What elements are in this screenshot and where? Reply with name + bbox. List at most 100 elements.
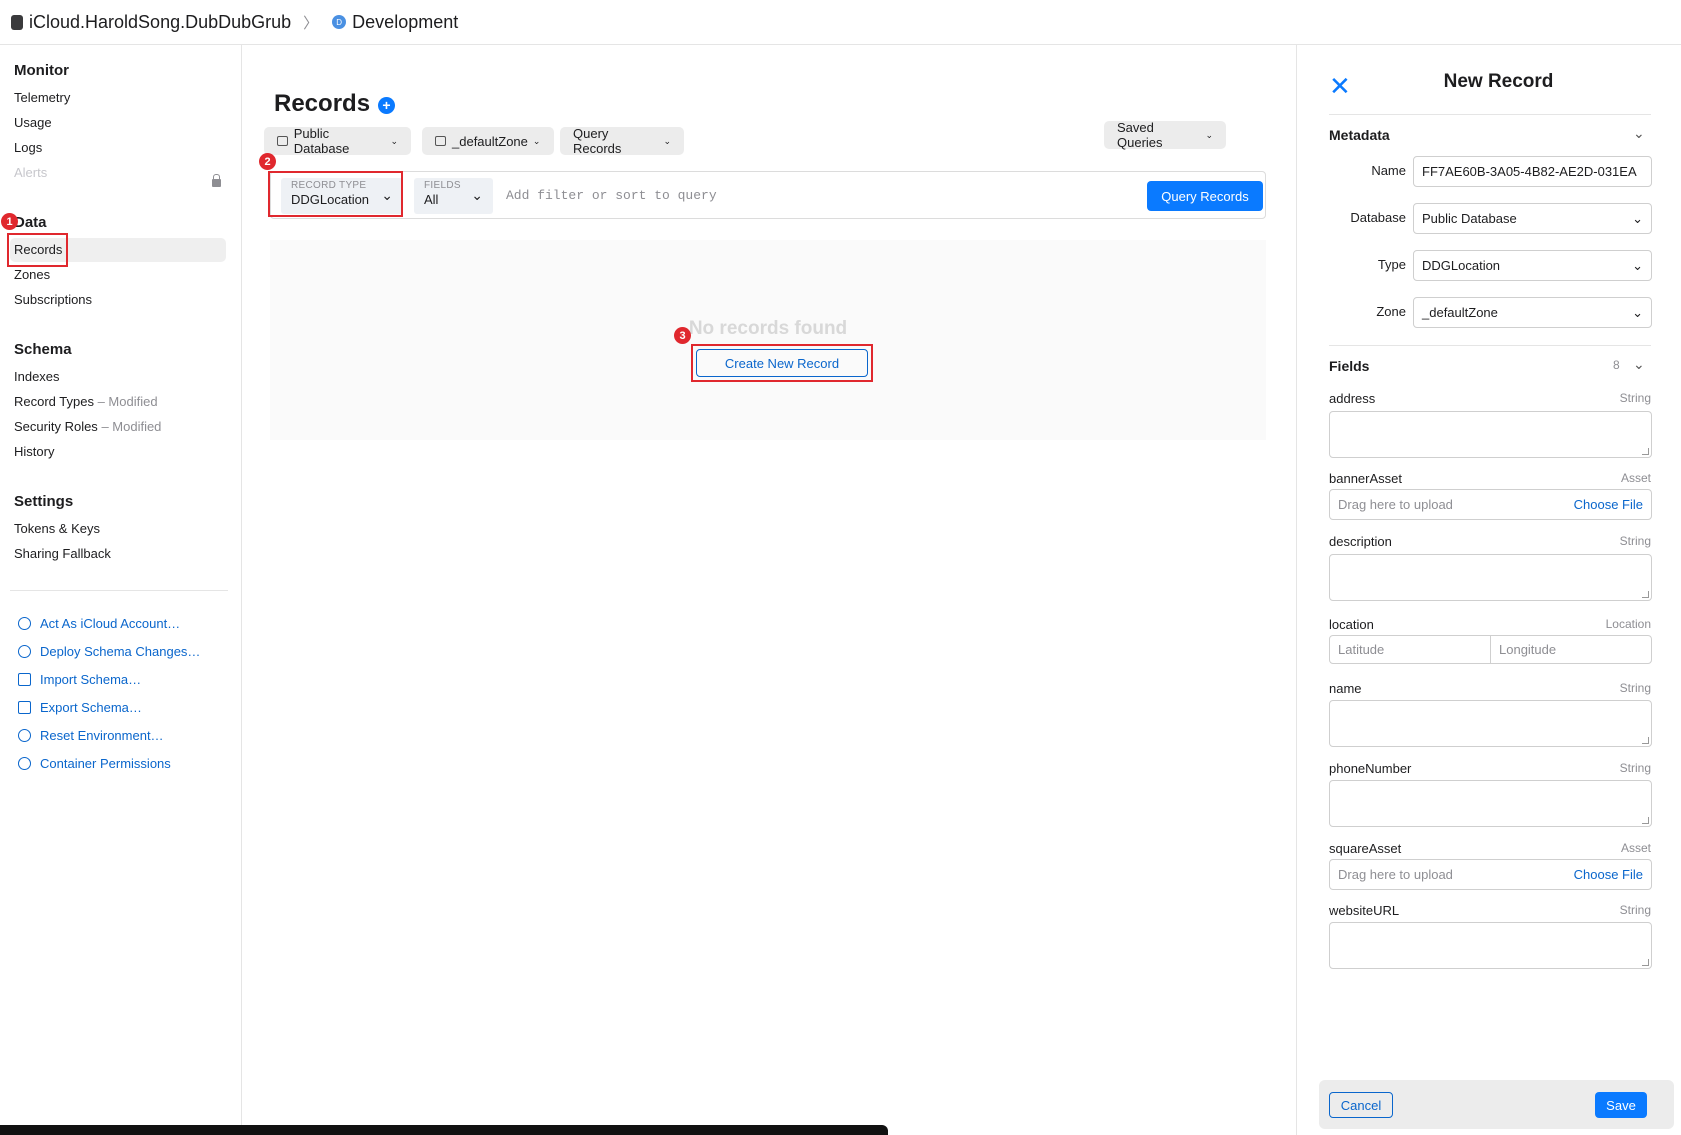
- lock-icon: [212, 174, 221, 187]
- panel-divider: [1329, 345, 1651, 346]
- metadata-zone-label: Zone: [1376, 304, 1406, 319]
- metadata-type-label: Type: [1377, 257, 1406, 272]
- security-roles-label: Security Roles: [14, 419, 98, 434]
- zone-select-value: _defaultZone: [1422, 305, 1498, 320]
- chevron-down-icon: ⌄: [663, 135, 671, 146]
- cancel-button[interactable]: Cancel: [1329, 1092, 1393, 1118]
- action-label: Container Permissions: [40, 756, 171, 771]
- name-input[interactable]: [1329, 700, 1652, 747]
- upload-circle-icon: [18, 645, 31, 658]
- field-name: address: [1329, 391, 1376, 406]
- breadcrumb-container[interactable]: iCloud.HaroldSong.DubDubGrub: [29, 12, 291, 33]
- annotation-box-records: [7, 233, 68, 267]
- sidebar-item-indexes[interactable]: Indexes: [14, 369, 60, 384]
- browser-status-bar: [0, 1125, 888, 1135]
- phone-number-input[interactable]: [1329, 780, 1652, 827]
- fields-header[interactable]: Fields: [1329, 358, 1369, 374]
- zone-select[interactable]: _defaultZone ⌄: [1413, 297, 1652, 328]
- container-permissions-link[interactable]: Container Permissions: [18, 756, 171, 771]
- breadcrumb-separator: 〉: [303, 14, 319, 32]
- sidebar-item-usage[interactable]: Usage: [14, 115, 52, 130]
- chevron-down-icon[interactable]: ⌄: [1633, 356, 1645, 373]
- section-settings-title: Settings: [14, 493, 74, 510]
- act-as-icloud-account-link[interactable]: Act As iCloud Account…: [18, 616, 180, 631]
- database-dropdown-label: Public Database: [293, 126, 350, 156]
- chevron-down-icon: ⌄: [1632, 210, 1643, 226]
- action-label: Act As iCloud Account…: [40, 616, 181, 631]
- modified-suffix: – Modified: [101, 419, 162, 434]
- section-data-title: Data: [14, 214, 47, 231]
- field-name: description: [1329, 534, 1392, 549]
- reset-icon: [18, 729, 31, 742]
- zone-dropdown[interactable]: _defaultZone ⌄: [422, 127, 554, 155]
- metadata-header[interactable]: Metadata: [1329, 127, 1390, 143]
- address-input[interactable]: [1329, 411, 1652, 458]
- chevron-down-icon: ⌄: [390, 135, 398, 146]
- database-select[interactable]: Public Database ⌄: [1413, 203, 1652, 234]
- website-url-input[interactable]: [1329, 922, 1652, 969]
- field-name: location: [1329, 617, 1374, 632]
- database-icon: [277, 136, 288, 146]
- query-records-button[interactable]: Query Records: [1147, 181, 1263, 211]
- sidebar-item-sharing-fallback[interactable]: Sharing Fallback: [14, 546, 111, 561]
- field-type: Location: [1605, 617, 1651, 631]
- upload-placeholder: Drag here to upload: [1338, 867, 1453, 882]
- chevron-down-icon: ⌄: [1632, 257, 1643, 273]
- export-schema-link[interactable]: Export Schema…: [18, 700, 142, 715]
- annotation-box-record-type: [268, 171, 403, 217]
- choose-file-button[interactable]: Choose File: [1574, 497, 1643, 512]
- panel-divider: [1329, 114, 1651, 115]
- field-type: String: [1619, 903, 1651, 917]
- longitude-input[interactable]: Longitude: [1491, 636, 1651, 663]
- database-dropdown[interactable]: Public Database ⌄: [264, 126, 411, 156]
- empty-state-text: No records found: [688, 318, 848, 339]
- save-button[interactable]: Save: [1595, 1092, 1647, 1118]
- records-empty-state: No records found Create New Record 3: [270, 240, 1266, 440]
- metadata-database-label: Database: [1350, 210, 1406, 225]
- panel-title: New Record: [1443, 71, 1554, 92]
- sidebar-item-zones[interactable]: Zones: [14, 267, 50, 282]
- deploy-schema-link[interactable]: Deploy Schema Changes…: [18, 644, 200, 659]
- sidebar-item-tokens-keys[interactable]: Tokens & Keys: [14, 521, 100, 536]
- import-schema-link[interactable]: Import Schema…: [18, 672, 141, 687]
- sidebar-item-security-roles[interactable]: Security Roles – Modified: [14, 419, 161, 434]
- choose-file-button[interactable]: Choose File: [1574, 867, 1643, 882]
- sidebar-item-history[interactable]: History: [14, 444, 54, 459]
- sidebar-item-telemetry[interactable]: Telemetry: [14, 90, 70, 105]
- banner-asset-upload[interactable]: Drag here to upload Choose File: [1329, 489, 1652, 520]
- chevron-down-icon: ⌄: [471, 187, 483, 203]
- upload-placeholder: Drag here to upload: [1338, 497, 1453, 512]
- add-record-button[interactable]: +: [378, 97, 395, 114]
- type-select[interactable]: DDGLocation ⌄: [1413, 250, 1652, 281]
- export-icon: [18, 701, 31, 714]
- query-filter-input[interactable]: Add filter or sort to query: [506, 188, 717, 203]
- field-type: String: [1619, 761, 1651, 775]
- action-label: Deploy Schema Changes…: [40, 644, 201, 659]
- sidebar-item-logs[interactable]: Logs: [14, 140, 42, 155]
- saved-queries-dropdown[interactable]: Saved Queries ⌄: [1104, 120, 1226, 150]
- chevron-down-icon[interactable]: ⌄: [1633, 125, 1645, 142]
- reset-environment-link[interactable]: Reset Environment…: [18, 728, 164, 743]
- field-name: squareAsset: [1329, 841, 1402, 856]
- fields-select[interactable]: FIELDS All ⌄: [414, 178, 493, 214]
- location-input: Latitude Longitude: [1329, 635, 1652, 664]
- container-icon: [11, 14, 23, 30]
- sidebar-item-subscriptions[interactable]: Subscriptions: [14, 292, 92, 307]
- record-name-field[interactable]: FF7AE60B-3A05-4B82-AE2D-031EA: [1413, 156, 1652, 187]
- environment-icon: D: [332, 15, 347, 29]
- chevron-down-icon: ⌄: [532, 135, 541, 146]
- sidebar-item-record-types[interactable]: Record Types – Modified: [14, 394, 158, 409]
- breadcrumb-environment[interactable]: Development: [352, 12, 458, 33]
- sidebar: Monitor Telemetry Usage Logs Alerts Data…: [0, 45, 242, 1135]
- panel-footer: Cancel Save: [1319, 1080, 1674, 1129]
- main-content: Records + Public Database ⌄ _defaultZone…: [242, 45, 1296, 1135]
- latitude-input[interactable]: Latitude: [1330, 636, 1491, 663]
- field-type: Asset: [1620, 471, 1651, 485]
- field-name: bannerAsset: [1329, 471, 1402, 486]
- people-icon: [18, 757, 31, 770]
- field-name: phoneNumber: [1329, 761, 1412, 776]
- square-asset-upload[interactable]: Drag here to upload Choose File: [1329, 859, 1652, 890]
- action-label: Reset Environment…: [40, 728, 164, 743]
- description-input[interactable]: [1329, 554, 1652, 601]
- mode-dropdown[interactable]: Query Records ⌄: [560, 126, 684, 156]
